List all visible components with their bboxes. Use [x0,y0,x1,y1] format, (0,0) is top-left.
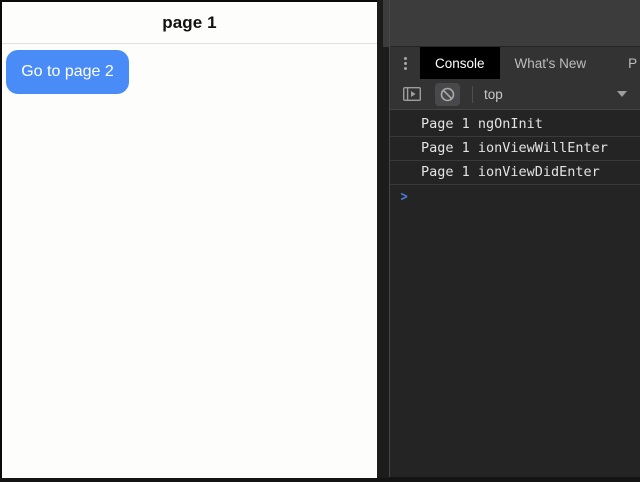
frame-context-selector[interactable]: top [484,87,503,102]
console-log-area: Page 1 ngOnInit Page 1 ionViewWillEnter … [390,110,640,477]
console-message: Page 1 ngOnInit [390,113,640,137]
tab-whats-new[interactable]: What's New [500,47,602,79]
app-header: page 1 [2,2,377,44]
kebab-menu-icon[interactable] [390,47,420,79]
devtools-top-strip [390,0,640,47]
window-gap-strip [377,0,389,478]
devtools-tab-bar: Console What's New P [390,47,640,79]
tab-console[interactable]: Console [420,47,500,79]
app-preview-panel: page 1 Go to page 2 [0,0,377,478]
prompt-chevron-icon: > [401,190,408,204]
page-title: page 1 [162,13,216,33]
console-message: Page 1 ionViewDidEnter [390,161,640,185]
ban-icon [440,87,455,102]
console-message: Page 1 ionViewWillEnter [390,137,640,161]
toolbar-divider [472,86,473,103]
console-toolbar: top [390,79,640,110]
clear-console-button[interactable] [435,83,460,106]
app-content: Go to page 2 [2,44,377,478]
tab-partial[interactable]: P [613,47,637,79]
go-to-page-2-button[interactable]: Go to page 2 [6,50,129,94]
console-sidebar-icon [403,87,421,101]
console-prompt-input[interactable]: > [390,185,640,209]
devtools-panel: Console What's New P top [389,0,640,477]
dropdown-arrow-icon[interactable] [617,91,627,97]
console-sidebar-toggle-button[interactable] [398,83,426,105]
